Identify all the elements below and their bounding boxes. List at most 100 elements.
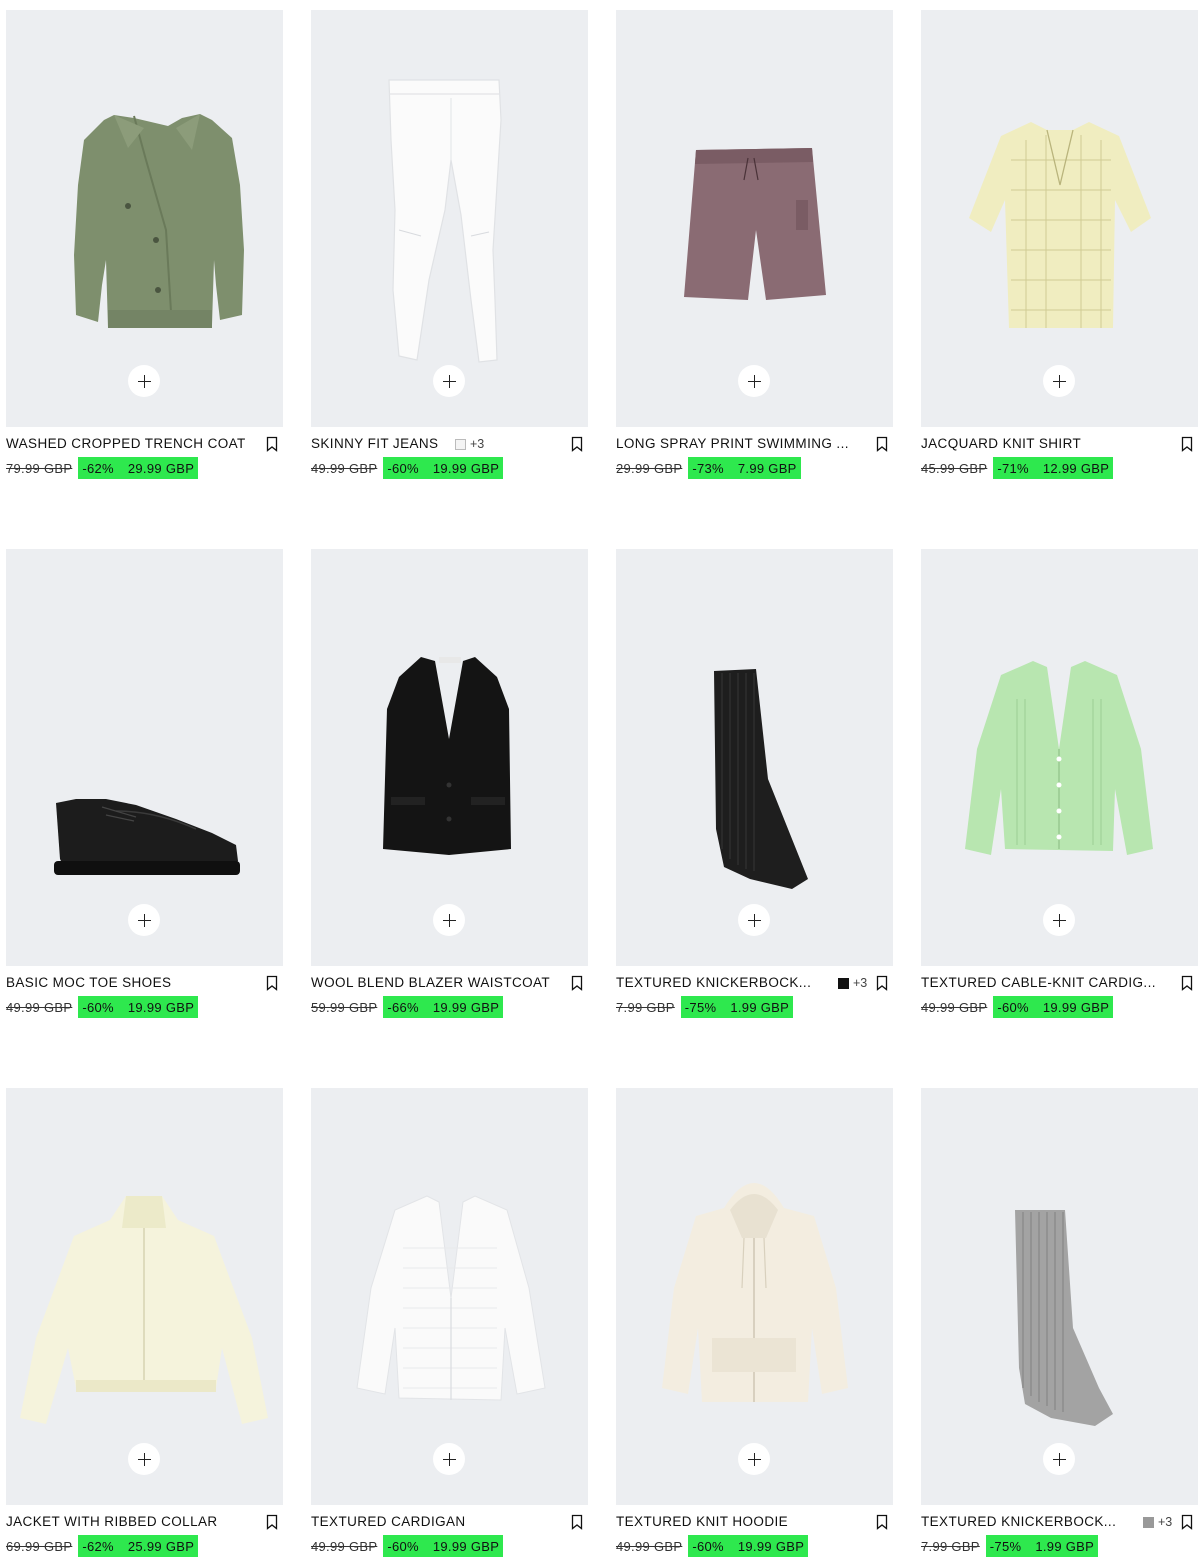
product-name[interactable]: SKINNY FIT JEANS	[311, 436, 438, 451]
price-row: 45.99 GBP -71% 12.99 GBP	[921, 457, 1114, 479]
product-card[interactable]: TEXTURED CARDIGAN 49.99 GBP -60% 19.99 G…	[311, 1088, 588, 1564]
bookmark-icon[interactable]	[571, 975, 583, 991]
product-name[interactable]: TEXTURED KNIT HOODIE	[616, 1514, 788, 1529]
price-row: 79.99 GBP -62% 29.99 GBP	[6, 457, 199, 479]
add-to-cart-button[interactable]	[738, 904, 770, 936]
price-row: 49.99 GBP -60% 19.99 GBP	[311, 457, 504, 479]
sale-price: 12.99 GBP	[1042, 460, 1110, 476]
bookmark-icon[interactable]	[1181, 975, 1193, 991]
plus-icon	[747, 374, 761, 388]
bookmark-icon[interactable]	[266, 975, 278, 991]
product-name[interactable]: JACKET WITH RIBBED COLLAR	[6, 1514, 218, 1529]
product-card[interactable]: BASIC MOC TOE SHOES 49.99 GBP -60% 19.99…	[6, 549, 283, 1034]
add-to-cart-button[interactable]	[128, 1443, 160, 1475]
plus-icon	[137, 1452, 151, 1466]
price-row: 49.99 GBP -60% 19.99 GBP	[921, 996, 1114, 1018]
bookmark-icon[interactable]	[266, 1514, 278, 1530]
product-info: SKINNY FIT JEANS +3	[311, 434, 588, 454]
bookmark-icon[interactable]	[876, 975, 888, 991]
product-card[interactable]: JACKET WITH RIBBED COLLAR 69.99 GBP -62%…	[6, 1088, 283, 1564]
product-image[interactable]	[311, 10, 588, 427]
product-image[interactable]	[921, 549, 1198, 966]
price-row: 49.99 GBP -60% 19.99 GBP	[6, 996, 199, 1018]
bookmark-icon[interactable]	[266, 436, 278, 452]
product-card[interactable]: WASHED CROPPED TRENCH COAT 79.99 GBP -62…	[6, 10, 283, 495]
color-options[interactable]: +3	[838, 976, 867, 990]
add-to-cart-button[interactable]	[1043, 365, 1075, 397]
bookmark-icon[interactable]	[1181, 1514, 1193, 1530]
product-name[interactable]: TEXTURED KNICKERBOCK...	[921, 1514, 1116, 1529]
sale-badge: -62% 29.99 GBP	[78, 457, 199, 479]
discount-percent: -60%	[997, 999, 1029, 1015]
color-options[interactable]: +3	[1143, 1515, 1172, 1529]
product-card[interactable]: WOOL BLEND BLAZER WAISTCOAT 59.99 GBP -6…	[311, 549, 588, 1034]
product-card[interactable]: TEXTURED KNICKERBOCK... +3 7.99 GBP -75%…	[616, 549, 893, 1034]
bookmark-icon[interactable]	[571, 436, 583, 452]
plus-icon	[1052, 913, 1066, 927]
product-name[interactable]: TEXTURED KNICKERBOCK...	[616, 975, 811, 990]
sale-price: 19.99 GBP	[432, 460, 500, 476]
plus-icon	[137, 374, 151, 388]
product-image[interactable]	[6, 549, 283, 966]
plus-icon	[442, 913, 456, 927]
product-image[interactable]	[921, 10, 1198, 427]
product-image[interactable]	[6, 1088, 283, 1505]
product-image[interactable]	[616, 10, 893, 427]
product-card[interactable]: LONG SPRAY PRINT SWIMMING ... 29.99 GBP …	[616, 10, 893, 495]
product-image[interactable]	[311, 1088, 588, 1505]
original-price: 7.99 GBP	[921, 1538, 980, 1554]
product-card[interactable]: JACQUARD KNIT SHIRT 45.99 GBP -71% 12.99…	[921, 10, 1198, 495]
more-colors-count: +3	[853, 976, 868, 990]
product-image[interactable]	[616, 1088, 893, 1505]
product-name[interactable]: LONG SPRAY PRINT SWIMMING ...	[616, 436, 849, 451]
bookmark-icon[interactable]	[876, 1514, 888, 1530]
product-image[interactable]	[6, 10, 283, 427]
add-to-cart-button[interactable]	[1043, 1443, 1075, 1475]
product-name[interactable]: JACQUARD KNIT SHIRT	[921, 436, 1081, 451]
product-name[interactable]: BASIC MOC TOE SHOES	[6, 975, 171, 990]
plus-icon	[747, 913, 761, 927]
discount-percent: -60%	[387, 460, 419, 476]
original-price: 79.99 GBP	[6, 460, 73, 476]
color-swatch[interactable]	[455, 438, 466, 450]
product-name[interactable]: WOOL BLEND BLAZER WAISTCOAT	[311, 975, 550, 990]
sale-badge: -71% 12.99 GBP	[993, 457, 1114, 479]
product-card[interactable]: TEXTURED CABLE-KNIT CARDIG... 49.99 GBP …	[921, 549, 1198, 1034]
add-to-cart-button[interactable]	[738, 1443, 770, 1475]
bookmark-icon[interactable]	[876, 436, 888, 452]
product-card[interactable]: TEXTURED KNICKERBOCK... +3 7.99 GBP -75%…	[921, 1088, 1198, 1564]
discount-percent: -60%	[692, 1538, 724, 1554]
color-options[interactable]: +3	[455, 437, 484, 451]
product-image[interactable]	[616, 549, 893, 966]
bookmark-icon[interactable]	[1181, 436, 1193, 452]
original-price: 49.99 GBP	[311, 1538, 378, 1554]
product-name[interactable]: TEXTURED CABLE-KNIT CARDIG...	[921, 975, 1156, 990]
discount-percent: -75%	[989, 1538, 1022, 1554]
product-image[interactable]	[921, 1088, 1198, 1505]
add-to-cart-button[interactable]	[1043, 904, 1075, 936]
sale-price: 19.99 GBP	[1042, 999, 1110, 1015]
original-price: 69.99 GBP	[6, 1538, 73, 1554]
add-to-cart-button[interactable]	[128, 904, 160, 936]
product-info: TEXTURED CARDIGAN	[311, 1512, 588, 1532]
add-to-cart-button[interactable]	[433, 1443, 465, 1475]
sale-price: 1.99 GBP	[730, 999, 790, 1015]
bookmark-icon[interactable]	[571, 1514, 583, 1530]
original-price: 49.99 GBP	[921, 999, 988, 1015]
product-card[interactable]: TEXTURED KNIT HOODIE 49.99 GBP -60% 19.9…	[616, 1088, 893, 1564]
price-row: 69.99 GBP -62% 25.99 GBP	[6, 1535, 199, 1557]
discount-percent: -60%	[82, 999, 114, 1015]
product-card[interactable]: SKINNY FIT JEANS +3 49.99 GBP -60% 19.99…	[311, 10, 588, 495]
add-to-cart-button[interactable]	[128, 365, 160, 397]
product-image[interactable]	[311, 549, 588, 966]
add-to-cart-button[interactable]	[433, 904, 465, 936]
add-to-cart-button[interactable]	[433, 365, 465, 397]
product-name[interactable]: TEXTURED CARDIGAN	[311, 1514, 466, 1529]
more-colors-count: +3	[470, 437, 485, 451]
color-swatch[interactable]	[1143, 1516, 1154, 1528]
product-name[interactable]: WASHED CROPPED TRENCH COAT	[6, 436, 246, 451]
sale-price: 19.99 GBP	[432, 999, 500, 1015]
product-info: JACQUARD KNIT SHIRT	[921, 434, 1198, 454]
add-to-cart-button[interactable]	[738, 365, 770, 397]
color-swatch[interactable]	[838, 977, 849, 989]
